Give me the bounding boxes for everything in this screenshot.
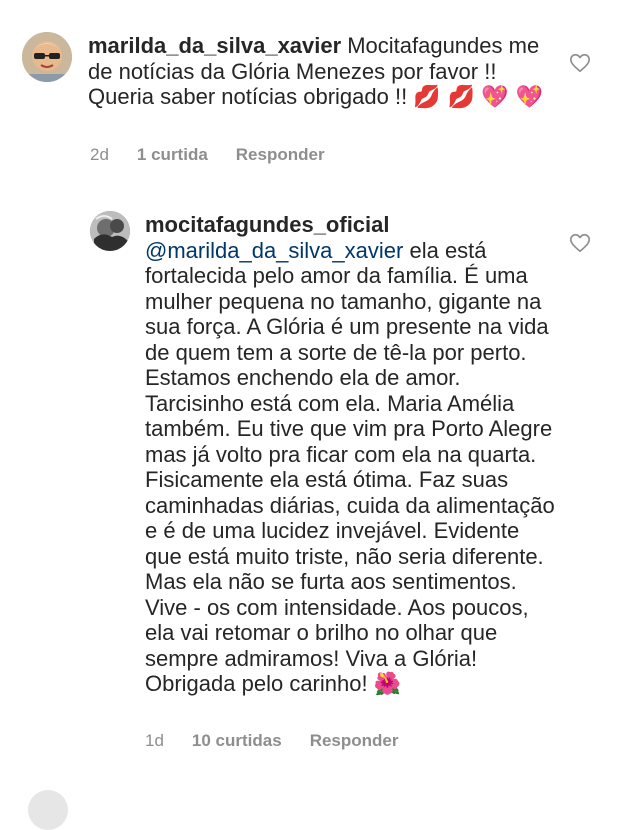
reply-body: mocitafagundes_oficial @marilda_da_silva_…	[145, 212, 555, 698]
likes-count-link[interactable]: 1 curtida	[137, 145, 208, 165]
like-heart-icon[interactable]	[569, 232, 591, 254]
commenter-avatar[interactable]	[22, 32, 72, 82]
comment-timestamp: 2d	[90, 145, 109, 164]
comment-body: marilda_da_silva_xavier Mocitafagundes me…	[88, 33, 558, 111]
mention-link[interactable]: @marilda_da_silva_xavier	[145, 238, 403, 263]
reply-timestamp: 1d	[145, 731, 164, 750]
next-comment-avatar[interactable]	[28, 790, 68, 830]
sparkling-heart-emoji: 💖 💖	[481, 85, 543, 110]
profile-photo-icon	[22, 32, 72, 82]
reply-meta: 1d 10 curtidas Responder	[145, 731, 398, 751]
hibiscus-emoji: 🌺	[373, 672, 402, 697]
reply-avatar[interactable]	[90, 211, 130, 251]
reply-text: ela está fortalecida pelo amor da famíli…	[145, 237, 555, 697]
reply-button[interactable]: Responder	[310, 731, 399, 751]
reply-username[interactable]: mocitafagundes_oficial	[145, 212, 549, 238]
like-heart-icon[interactable]	[569, 52, 591, 74]
comment-meta: 2d 1 curtida Responder	[90, 145, 325, 165]
likes-count-link[interactable]: 10 curtidas	[192, 731, 282, 751]
profile-photo-icon	[90, 211, 130, 251]
reply-button[interactable]: Responder	[236, 145, 325, 165]
kiss-emoji: 💋 💋	[413, 85, 476, 110]
comment-username[interactable]: marilda_da_silva_xavier	[88, 33, 341, 58]
